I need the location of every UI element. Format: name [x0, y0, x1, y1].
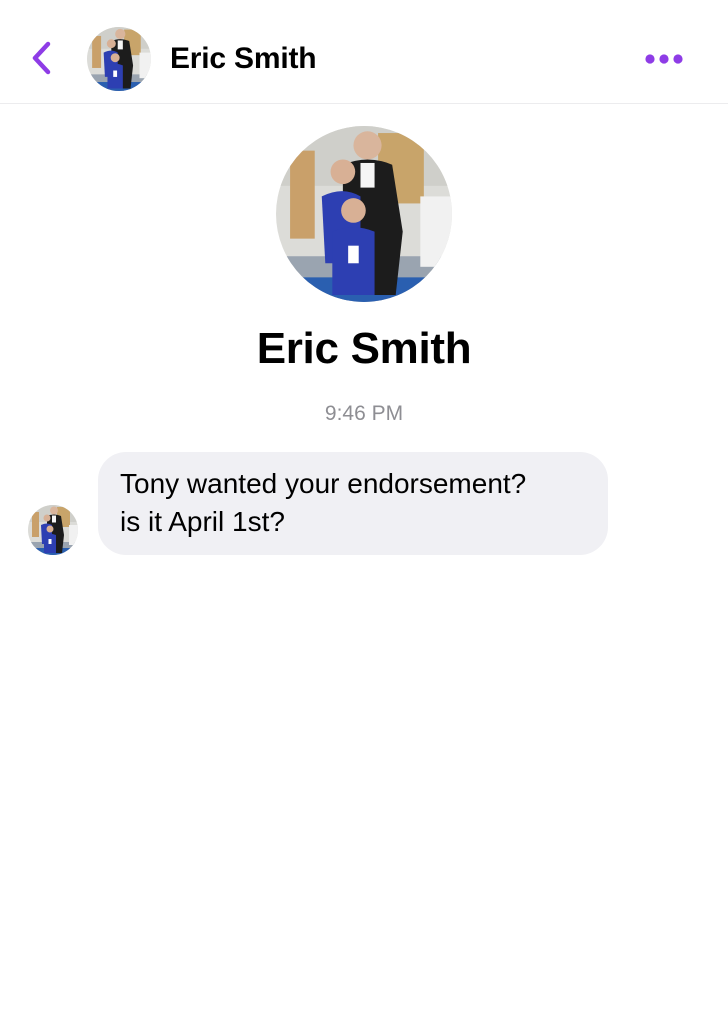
profile-name: Eric Smith — [256, 324, 472, 373]
sender-avatar — [28, 505, 78, 555]
chevron-left-icon — [22, 38, 62, 78]
contact-name[interactable]: Eric Smith — [170, 40, 317, 78]
back-button[interactable] — [22, 38, 62, 78]
message-text-line: Tony wanted your endorsement? — [120, 468, 527, 499]
incoming-message-bubble[interactable]: Tony wanted your endorsement? is it Apri… — [98, 452, 608, 555]
conversation-header: Eric Smith — [0, 0, 728, 104]
contact-avatar[interactable] — [87, 27, 151, 91]
ellipsis-icon — [638, 44, 690, 74]
message-text-line: is it April 1st? — [120, 506, 285, 537]
message-timestamp: 9:46 PM — [324, 402, 404, 425]
more-options-button[interactable] — [638, 44, 690, 74]
profile-avatar[interactable] — [276, 126, 452, 302]
